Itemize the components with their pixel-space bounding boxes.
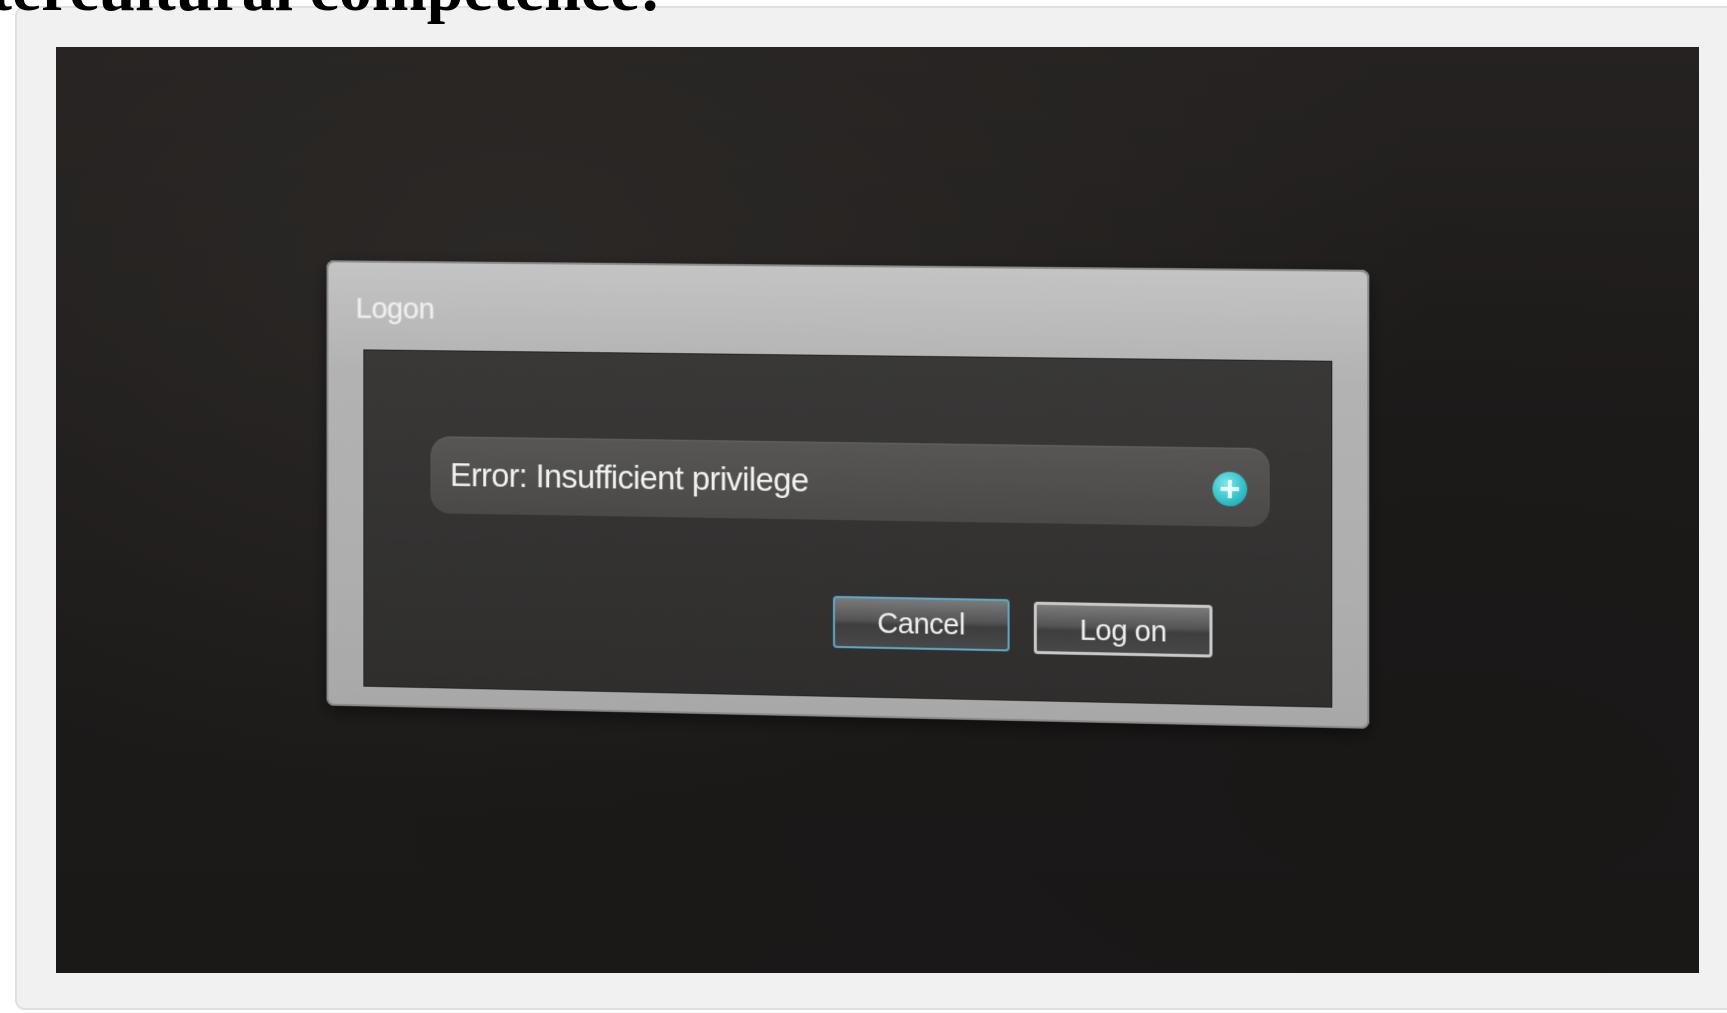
error-bar[interactable]: Error: Insufficient privilege: [430, 436, 1270, 528]
plus-circle-icon[interactable]: [1212, 471, 1248, 507]
screen-photo: Logon Error: Insufficient privilege Canc…: [56, 47, 1699, 973]
page: tercultural competence: Logon Error: Ins…: [0, 0, 1727, 1013]
dialog-title: Logon: [355, 292, 435, 326]
cancel-button[interactable]: Cancel: [833, 595, 1010, 652]
page-heading: tercultural competence:: [0, 0, 661, 22]
error-message: Error: Insufficient privilege: [450, 456, 809, 499]
dialog-body: Error: Insufficient privilege Cancel Log…: [363, 349, 1333, 708]
logon-dialog: Logon Error: Insufficient privilege Canc…: [326, 260, 1370, 729]
log-on-button[interactable]: Log on: [1033, 601, 1213, 658]
